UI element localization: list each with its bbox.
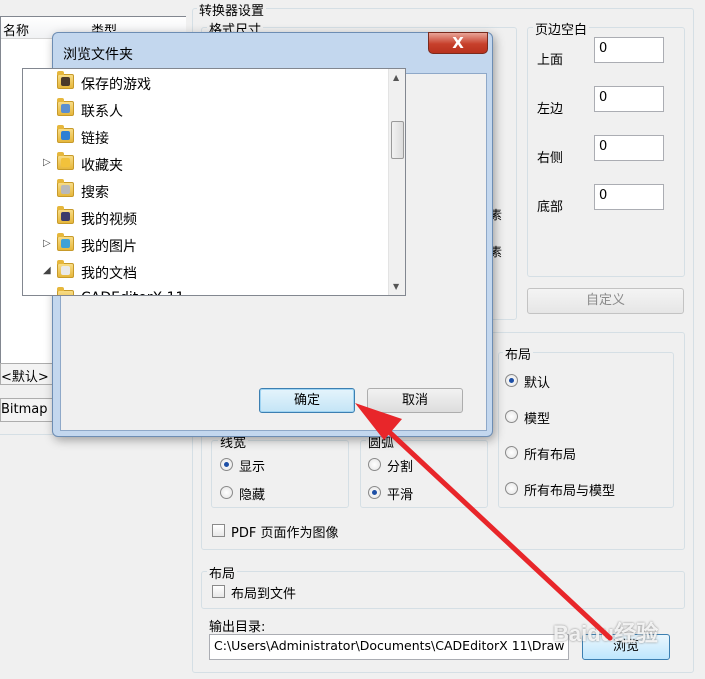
tree-item[interactable]: 保存的游戏	[23, 69, 383, 96]
column-name-header[interactable]: 名称	[3, 20, 29, 39]
margin-left-input[interactable]: 0	[594, 86, 664, 112]
output-dir-label: 输出目录:	[209, 620, 266, 635]
margin-top-value: 0	[599, 41, 608, 56]
tree-item-label: 链接	[81, 131, 109, 147]
default-combo-label: <默认>	[1, 370, 49, 385]
curve-smooth-label: 平滑	[387, 488, 414, 503]
margin-top-label: 上面	[537, 53, 564, 68]
icon-overlay	[61, 131, 70, 140]
icon-overlay	[61, 185, 70, 194]
margin-right-label: 右侧	[537, 151, 564, 166]
folder-icon	[57, 287, 74, 295]
icon-overlay	[61, 77, 70, 86]
curve-smooth-radio[interactable]	[368, 486, 381, 499]
dialog-title: 浏览文件夹	[63, 47, 133, 63]
tree-item-label: 联系人	[81, 104, 123, 120]
tree-item-label: 我的文档	[81, 266, 137, 282]
margin-bottom-value: 0	[599, 188, 608, 203]
documents-icon	[57, 260, 74, 278]
pdf-as-image-label: PDF 页面作为图像	[231, 526, 339, 541]
margin-top-input[interactable]: 0	[594, 37, 664, 63]
tree-item[interactable]: 搜索	[23, 177, 383, 204]
pictures-icon	[57, 233, 74, 251]
icon-overlay	[61, 266, 70, 275]
tree-item[interactable]: 联系人	[23, 96, 383, 123]
tree-item[interactable]: ▷ 我的图片	[23, 231, 383, 258]
layout-all-model-radio[interactable]	[505, 482, 518, 495]
cancel-button[interactable]: 取消	[367, 388, 463, 413]
icon-overlay	[61, 212, 70, 221]
icon-overlay	[61, 239, 70, 248]
margin-left-value: 0	[599, 90, 608, 105]
margin-right-input[interactable]: 0	[594, 135, 664, 161]
margin-bottom-input[interactable]: 0	[594, 184, 664, 210]
layout-model-radio[interactable]	[505, 410, 518, 423]
custom-button[interactable]: 自定义	[527, 288, 684, 314]
tree-item[interactable]: ◢ 我的文档	[23, 258, 383, 285]
tree-item-label: 我的视频	[81, 212, 137, 228]
line-hide-label: 隐藏	[239, 488, 266, 503]
layout-to-file-checkbox[interactable]	[212, 585, 225, 598]
layout-all-radio[interactable]	[505, 446, 518, 459]
curve-split-radio[interactable]	[368, 458, 381, 471]
default-combo[interactable]: <默认>	[0, 363, 60, 385]
baidu-watermark: Baidu经验	[553, 621, 659, 646]
icon-overlay	[61, 293, 70, 295]
dialog-close-button[interactable]: X	[428, 32, 488, 54]
layout-to-file-label: 布局到文件	[231, 587, 297, 602]
tree-scrollbar[interactable]: ▲ ▼	[388, 69, 405, 295]
margin-left-label: 左边	[537, 102, 564, 117]
pdf-as-image-checkbox[interactable]	[212, 524, 225, 537]
layout-default-radio[interactable]	[505, 374, 518, 387]
icon-overlay	[61, 104, 70, 113]
saved-games-icon	[57, 71, 74, 89]
bitmap-field[interactable]: Bitmap Fi	[0, 398, 62, 422]
converter-settings-title: 转换器设置	[197, 0, 267, 19]
tree-item-label: 搜索	[81, 185, 109, 201]
tree-expander-icon[interactable]: ▷	[43, 238, 51, 249]
ok-button[interactable]: 确定	[259, 388, 355, 413]
tree-item-label: CADEditorX 11	[81, 290, 184, 295]
icon-overlay	[61, 158, 70, 167]
cancel-button-label: 取消	[401, 393, 428, 408]
close-icon: X	[452, 34, 464, 52]
tree-item[interactable]: 链接	[23, 123, 383, 150]
output-path-input[interactable]: C:\Users\Administrator\Documents\CADEdit…	[209, 634, 569, 660]
margin-right-value: 0	[599, 139, 608, 154]
scroll-down-arrow-icon[interactable]: ▼	[393, 282, 399, 291]
tree-expander-icon[interactable]: ▷	[43, 157, 51, 168]
layout-default-label: 默认	[524, 376, 551, 391]
tree-item-label: 收藏夹	[81, 158, 123, 174]
margins-title: 页边空白	[533, 19, 590, 38]
layout-file-title: 布局	[207, 563, 238, 582]
custom-button-label: 自定义	[585, 293, 625, 308]
layout-model-label: 模型	[524, 412, 551, 427]
margin-bottom-label: 底部	[537, 200, 564, 215]
search-icon	[57, 179, 74, 197]
output-path-value: C:\Users\Administrator\Documents\CADEdit…	[214, 638, 565, 653]
layout-all-model-label: 所有布局与模型	[524, 484, 616, 499]
links-icon	[57, 125, 74, 143]
scroll-up-arrow-icon[interactable]: ▲	[393, 73, 399, 82]
contacts-icon	[57, 98, 74, 116]
curve-split-label: 分割	[387, 460, 414, 475]
line-show-radio[interactable]	[220, 458, 233, 471]
layout-all-label: 所有布局	[524, 448, 577, 463]
layout-group-title: 布局	[503, 344, 534, 363]
videos-icon	[57, 206, 74, 224]
tree-item-label: 我的图片	[81, 239, 137, 255]
tree-item-label: 保存的游戏	[81, 77, 151, 93]
tree-expander-icon[interactable]: ◢	[43, 265, 51, 276]
tree-item[interactable]: 我的视频	[23, 204, 383, 231]
tree-item[interactable]: CADEditorX 11	[23, 285, 383, 295]
folder-tree[interactable]: CADEditorX 11 ◢ 我的文档 ▷ 我的图片 我的视频 搜索 ▷ 收藏夹 链接 联系人 保存…	[22, 68, 406, 296]
ok-button-label: 确定	[293, 393, 320, 408]
line-hide-radio[interactable]	[220, 486, 233, 499]
scroll-thumb[interactable]	[391, 121, 404, 159]
tree-item[interactable]: ▷ 收藏夹	[23, 150, 383, 177]
favorites-icon	[57, 152, 74, 170]
line-show-label: 显示	[239, 460, 266, 475]
